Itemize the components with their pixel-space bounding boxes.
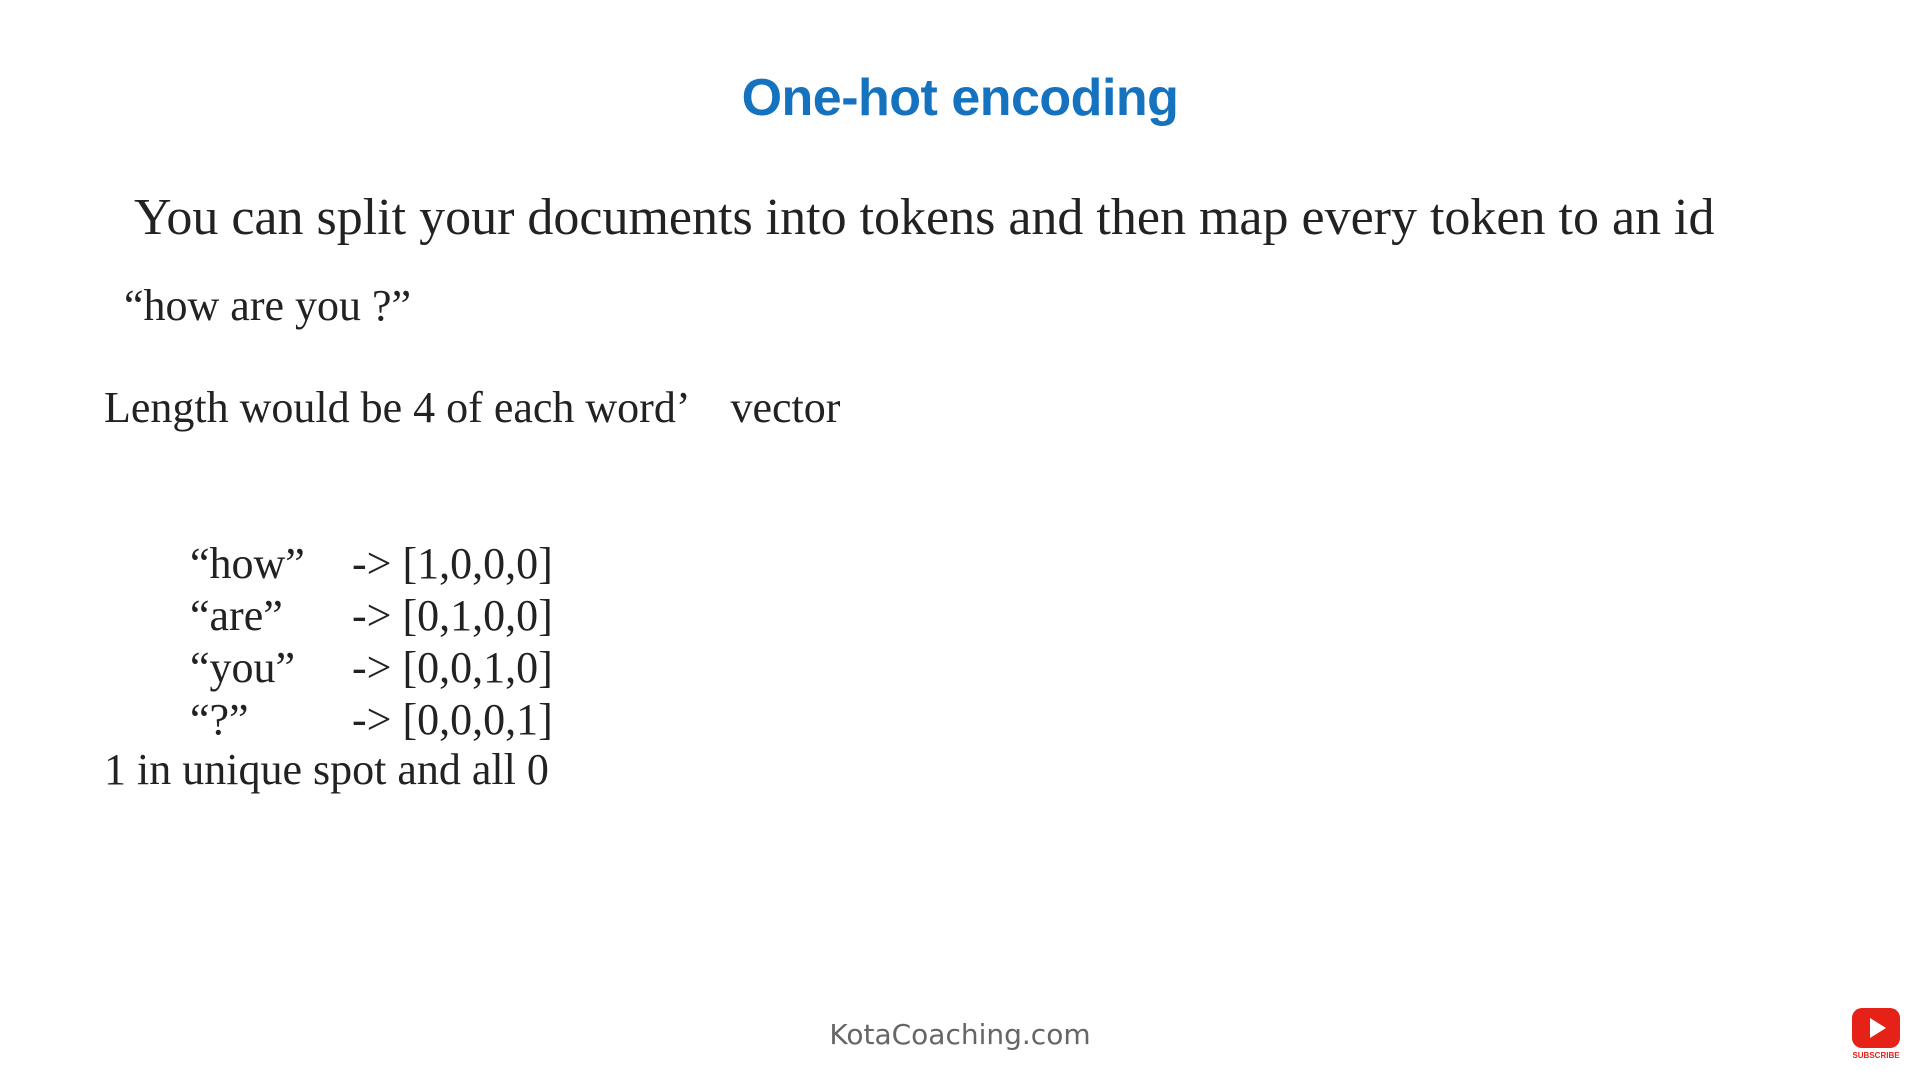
subscribe-label: SUBSCRIBE bbox=[1852, 1051, 1900, 1060]
mapping-row: “how” -> [1,0,0,0] bbox=[124, 486, 553, 588]
mapping-vector: -> [0,1,0,0] bbox=[352, 591, 553, 640]
length-note-main: Length would be 4 of each word’ bbox=[104, 383, 691, 432]
summary-text: 1 in unique spot and all 0 bbox=[104, 745, 549, 794]
mapping-vector: -> [1,0,0,0] bbox=[352, 539, 553, 588]
mapping-token: “?” bbox=[190, 695, 249, 744]
subscribe-button[interactable]: SUBSCRIBE bbox=[1850, 1008, 1902, 1064]
footer-website: KotaCoaching.com bbox=[829, 1018, 1091, 1051]
mapping-token: “are” bbox=[190, 591, 283, 640]
mapping-vector: -> [0,0,1,0] bbox=[352, 643, 553, 692]
intro-text: You can split your documents into tokens… bbox=[134, 189, 1715, 246]
youtube-play-icon bbox=[1852, 1008, 1900, 1048]
example-sentence: “how are you ?” bbox=[124, 281, 412, 330]
slide-title: One-hot encoding bbox=[741, 69, 1179, 127]
mapping-token: “you” bbox=[190, 643, 296, 692]
length-note-suffix: vector bbox=[730, 383, 841, 432]
token-mapping-list: “how” -> [1,0,0,0] “are” -> [0,1,0,0] “you… bbox=[124, 486, 553, 744]
length-note: Length would be 4 of each word’ vector bbox=[104, 382, 840, 433]
mapping-vector: -> [0,0,0,1] bbox=[352, 695, 553, 744]
mapping-token: “how” bbox=[190, 539, 305, 588]
slide: One-hot encoding You can split your docu… bbox=[0, 0, 1920, 1080]
